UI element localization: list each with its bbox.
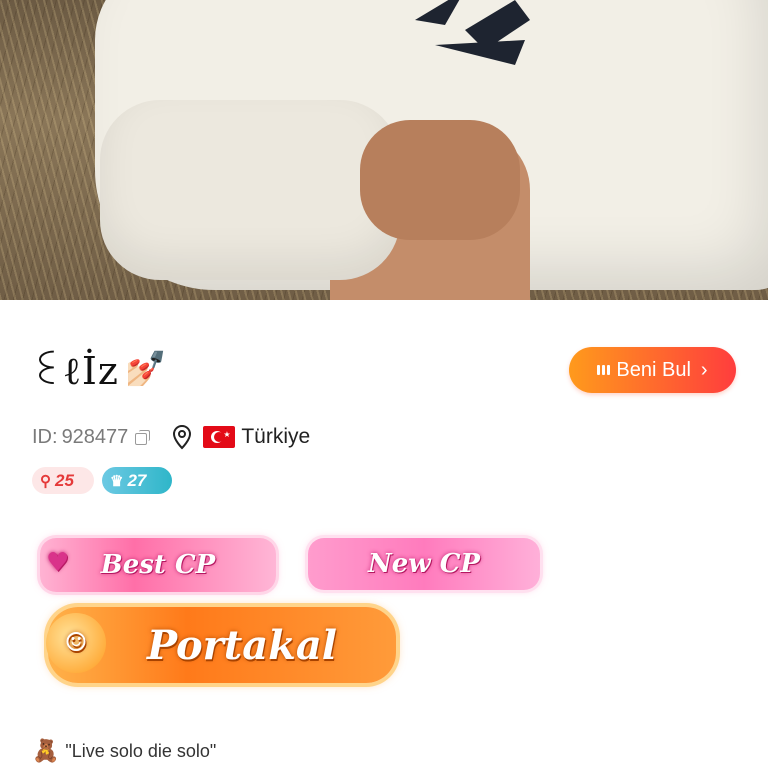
profile-name: ꏂℓİz xyxy=(32,349,119,393)
location-pin-icon xyxy=(173,424,192,450)
id-label: ID: xyxy=(32,425,58,448)
user-level-value: 27 xyxy=(127,470,147,490)
country-name: Türkiye xyxy=(241,425,311,448)
copy-icon[interactable] xyxy=(135,430,151,445)
best-cp-medal[interactable]: ♥ Best CP xyxy=(40,538,276,592)
profile-id-row: ID: 928477 ★ Türkiye xyxy=(32,422,310,452)
teddy-bear-icon: 🧸 xyxy=(32,738,60,763)
shirt-logo-graphic xyxy=(415,0,530,65)
cover-arm xyxy=(360,120,520,240)
find-me-label: Beni Bul xyxy=(616,358,691,381)
heart-icon: ♥ xyxy=(46,548,70,578)
live-bars-icon xyxy=(597,365,611,375)
portakal-label: Portakal xyxy=(147,621,337,669)
rich-level-value: 25 xyxy=(55,470,74,490)
cover-sleeve xyxy=(100,100,400,280)
profile-name-row: ꏂℓİz 💅🏻 xyxy=(32,344,167,394)
new-cp-label: New CP xyxy=(368,549,480,579)
find-me-button[interactable]: Beni Bul › xyxy=(569,347,736,393)
user-level-badge[interactable]: ♛ 27 xyxy=(102,467,172,494)
profile-motto: 🧸 "Live solo die solo" xyxy=(32,738,216,764)
new-cp-medal[interactable]: New CP xyxy=(308,538,540,590)
rich-level-badge[interactable]: ⚲ 25 xyxy=(32,467,94,494)
id-value: 928477 xyxy=(61,425,129,448)
nail-polish-emoji: 💅🏻 xyxy=(124,350,168,388)
best-cp-label: Best CP xyxy=(100,550,216,580)
turkey-flag-icon: ★ xyxy=(203,426,236,448)
chevron-right-icon: › xyxy=(700,358,708,381)
sun-mascot-icon: ☺ xyxy=(46,613,106,673)
motto-text: "Live solo die solo" xyxy=(65,740,217,761)
search-icon: ⚲ xyxy=(40,472,51,490)
crown-icon: ♛ xyxy=(110,472,124,490)
portakal-medal[interactable]: ☺ Portakal xyxy=(46,607,396,683)
level-badges: ⚲ 25 ♛ 27 xyxy=(32,467,172,494)
profile-cover-photo[interactable] xyxy=(0,0,768,300)
